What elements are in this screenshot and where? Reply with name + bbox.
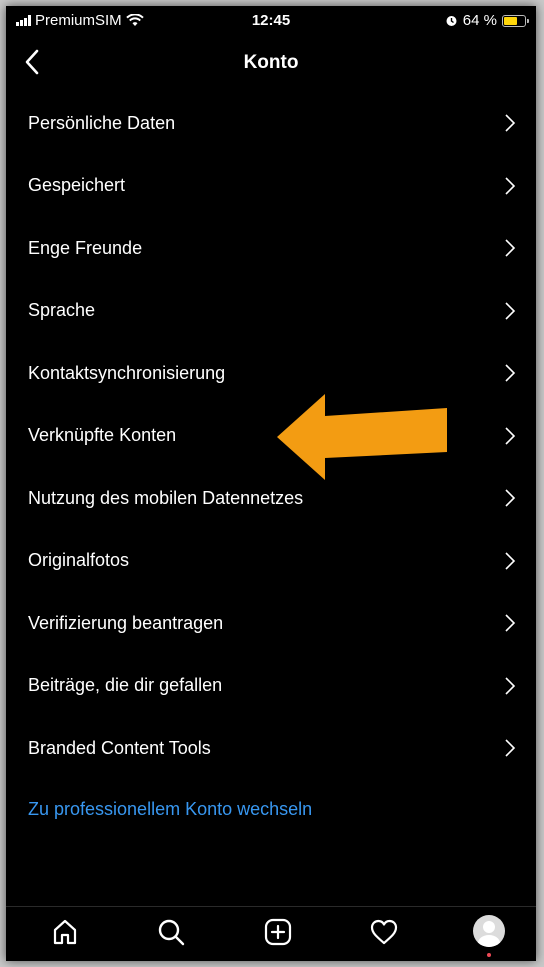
menu-item-cellular-data-use[interactable]: Nutzung des mobilen Datennetzes xyxy=(6,467,536,530)
search-icon xyxy=(158,919,185,946)
nav-profile-avatar[interactable] xyxy=(473,915,505,947)
chevron-right-icon xyxy=(505,177,516,195)
menu-item-label: Branded Content Tools xyxy=(28,737,211,758)
menu-item-label: Kontaktsynchronisierung xyxy=(28,362,226,383)
chevron-right-icon xyxy=(505,489,516,507)
nav-activity-button[interactable] xyxy=(369,917,399,947)
battery-icon xyxy=(502,14,529,27)
alarm-icon xyxy=(446,16,457,26)
status-right: 64 % xyxy=(445,12,529,29)
bottom-nav xyxy=(6,906,536,961)
phone-screen: PremiumSIM 12:45 64 % Konto Persönliche … xyxy=(6,6,536,961)
menu-item-branded-content-tools[interactable]: Branded Content Tools xyxy=(6,717,536,780)
heart-icon xyxy=(370,919,398,945)
menu-item-contact-sync[interactable]: Kontaktsynchronisierung xyxy=(6,342,536,405)
menu-item-label: Beiträge, die dir gefallen xyxy=(28,675,223,696)
menu-item-original-photos[interactable]: Originalfotos xyxy=(6,530,536,593)
notification-dot xyxy=(487,953,491,957)
menu-item-personal-data[interactable]: Persönliche Daten xyxy=(6,92,536,155)
menu-item-saved[interactable]: Gespeichert xyxy=(6,155,536,218)
switch-to-professional-link[interactable]: Zu professionellem Konto wechseln xyxy=(28,799,312,820)
chevron-right-icon xyxy=(505,364,516,382)
chevron-right-icon xyxy=(505,677,516,695)
battery-fill xyxy=(504,16,517,25)
chevron-right-icon xyxy=(505,614,516,632)
chevron-right-icon xyxy=(505,739,516,757)
chevron-right-icon xyxy=(505,552,516,570)
avatar-body xyxy=(478,935,500,947)
menu-item-label: Originalfotos xyxy=(28,550,130,571)
menu-item-label: Persönliche Daten xyxy=(28,112,176,133)
chevron-right-icon xyxy=(505,427,516,445)
menu-item-label: Nutzung des mobilen Datennetzes xyxy=(28,487,304,508)
home-icon xyxy=(53,919,77,945)
menu-item-label: Sprache xyxy=(28,300,96,321)
menu-item-label: Verifizierung beantragen xyxy=(28,612,224,633)
menu-item-close-friends[interactable]: Enge Freunde xyxy=(6,217,536,280)
add-post-icon xyxy=(264,918,292,946)
status-bar: PremiumSIM 12:45 64 % xyxy=(6,6,536,34)
chevron-right-icon xyxy=(505,302,516,320)
menu-item-liked-posts[interactable]: Beiträge, die dir gefallen xyxy=(6,655,536,718)
menu-item-linked-accounts[interactable]: Verknüpfte Konten xyxy=(6,405,536,468)
menu-item-label: Enge Freunde xyxy=(28,237,143,258)
chevron-right-icon xyxy=(505,114,516,132)
menu-item-language[interactable]: Sprache xyxy=(6,280,536,343)
nav-search-button[interactable] xyxy=(156,917,186,947)
page-title: Konto xyxy=(243,52,299,73)
menu-item-label: Verknüpfte Konten xyxy=(28,425,177,446)
menu-item-request-verification[interactable]: Verifizierung beantragen xyxy=(6,592,536,655)
nav-home-button[interactable] xyxy=(50,917,80,947)
chevron-right-icon xyxy=(505,239,516,257)
header: Konto xyxy=(6,34,536,92)
menu-item-label: Gespeichert xyxy=(28,175,126,196)
settings-menu: Persönliche Daten Gespeichert Enge Freun… xyxy=(6,92,536,780)
battery-percent: 64 % xyxy=(462,12,497,29)
annotation-arrow-icon xyxy=(277,394,447,480)
nav-add-post-button[interactable] xyxy=(263,917,293,947)
avatar-head xyxy=(483,921,495,933)
